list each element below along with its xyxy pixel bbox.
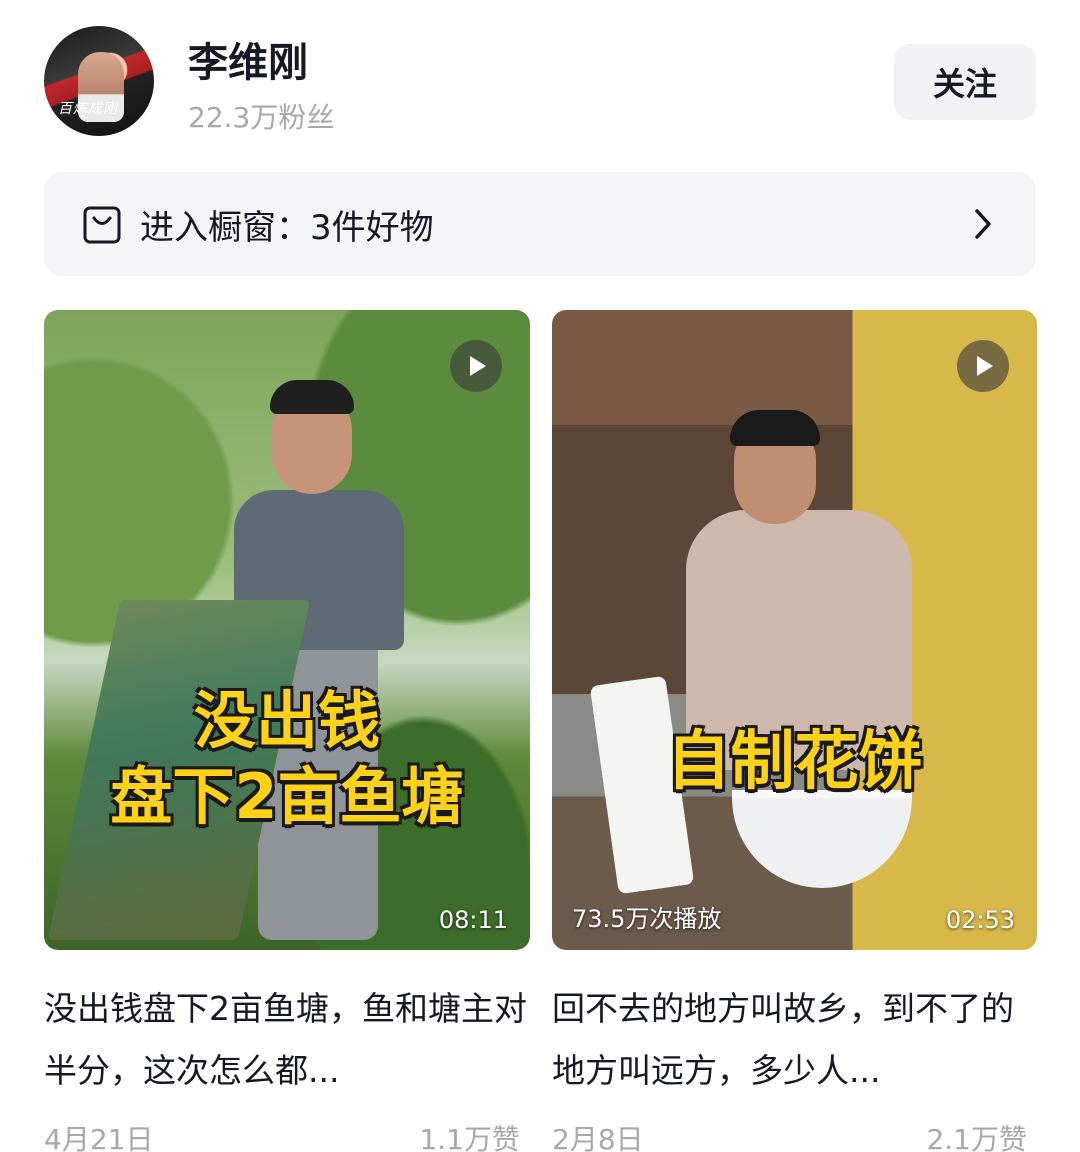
video-date: 2月8日	[552, 1123, 644, 1152]
follow-button[interactable]: 关注	[894, 44, 1036, 120]
video-card[interactable]: 没出钱 盘下2亩鱼塘 08:11 没出钱盘下2亩鱼塘，鱼和塘主对半分，这次怎么都…	[44, 310, 530, 1152]
video-thumbnail[interactable]: 没出钱 盘下2亩鱼塘 08:11	[44, 310, 530, 950]
video-duration: 02:53	[945, 906, 1015, 934]
profile-name[interactable]: 李维刚	[188, 30, 308, 88]
video-duration: 08:11	[438, 906, 508, 934]
video-caption[interactable]: 回不去的地方叫故乡，到不了的地方叫远方，多少人...	[552, 978, 1037, 1102]
shop-window-label: 进入橱窗：3件好物	[140, 208, 434, 248]
video-caption[interactable]: 没出钱盘下2亩鱼塘，鱼和塘主对半分，这次怎么都...	[44, 978, 530, 1102]
video-meta: 4月21日 1.1万赞	[44, 1112, 530, 1152]
profile-header: 百炼成刚 李维刚 22.3万粉丝 关注	[0, 0, 1080, 160]
video-likes: 2.1万赞	[926, 1123, 1027, 1152]
video-likes: 1.1万赞	[419, 1123, 520, 1152]
video-meta: 2月8日 2.1万赞	[552, 1112, 1037, 1152]
shopping-bag-icon	[83, 206, 121, 244]
play-icon	[957, 340, 1009, 392]
avatar-logo-text: 百炼成刚	[58, 101, 118, 117]
thumbnail-overlay-text: 盘下2亩鱼塘	[110, 760, 464, 833]
play-count: 73.5万次播放	[572, 905, 722, 933]
video-thumbnail[interactable]: 自制花饼 73.5万次播放 02:53	[552, 310, 1037, 950]
video-card[interactable]: 自制花饼 73.5万次播放 02:53 回不去的地方叫故乡，到不了的地方叫远方，…	[552, 310, 1037, 1152]
chevron-right-icon	[975, 209, 991, 239]
fan-count: 22.3万粉丝	[188, 101, 335, 134]
video-date: 4月21日	[44, 1123, 154, 1152]
play-icon	[450, 340, 502, 392]
shop-window-bar[interactable]: 进入橱窗：3件好物	[44, 172, 1036, 276]
avatar[interactable]: 百炼成刚	[44, 26, 154, 136]
thumbnail-overlay-text: 自制花饼	[666, 725, 923, 799]
